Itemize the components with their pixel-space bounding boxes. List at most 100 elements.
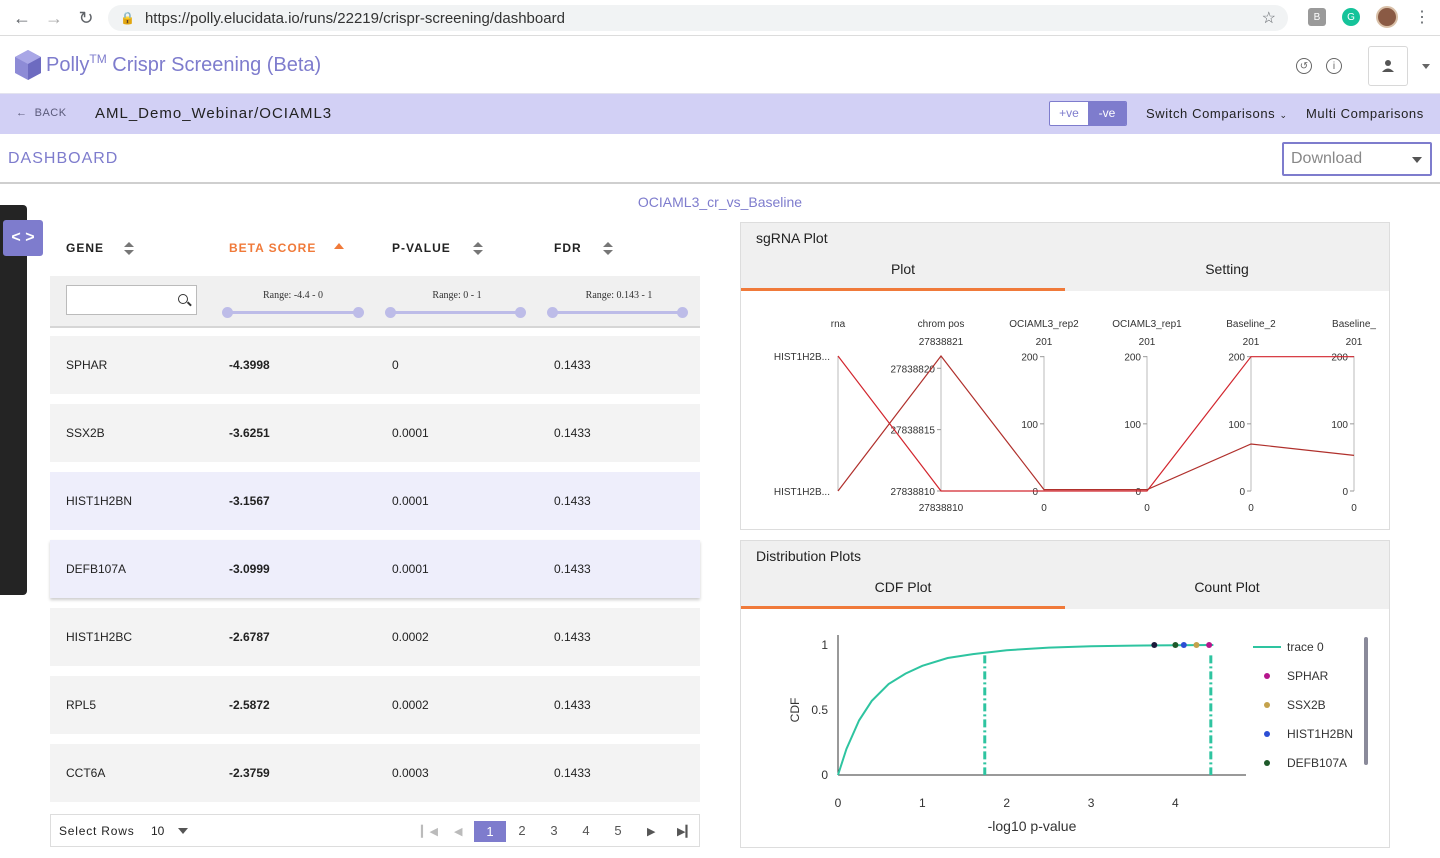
user-menu-caret-icon[interactable] (1422, 63, 1430, 69)
gene-search-input[interactable] (71, 287, 171, 313)
header-gene[interactable]: GENE (66, 241, 104, 255)
pagination: Select Rows 10 ▎◀ ◀ 1 2 3 4 5 ▶ ▶▎ (50, 814, 700, 847)
axis-tick-label: 200 (1228, 353, 1245, 364)
axis-title: Baseline_ (1332, 319, 1376, 330)
code-toggle-button[interactable]: < > (3, 220, 43, 256)
tab-cdf-plot[interactable]: CDF Plot (741, 569, 1065, 609)
axis-tick-label: 27838815 (891, 426, 936, 437)
negative-toggle[interactable]: -ve (1088, 102, 1126, 125)
search-icon[interactable] (178, 294, 188, 304)
direction-toggle[interactable]: +ve -ve (1049, 101, 1127, 126)
profile-avatar-icon[interactable] (1376, 6, 1398, 28)
axis-tick-label: 200 (1021, 353, 1038, 364)
history-icon[interactable]: ↺ (1296, 58, 1312, 74)
rows-dropdown-caret-icon[interactable] (178, 828, 188, 834)
cell-gene: DEFB107A (66, 562, 127, 576)
back-button[interactable]: ← BACK (16, 107, 67, 119)
cdf-chart[interactable]: 0 1 2 3 4 0 0.5 1 -log10 p-value CDF trace 0 SPHAR S… (741, 609, 1389, 847)
cell-beta: -4.3998 (229, 358, 270, 372)
forward-arrow-icon[interactable]: → (38, 2, 70, 34)
table-row[interactable]: HIST1H2BC -2.6787 0.0002 0.1433 (50, 608, 700, 666)
legend-label: DEFB107A (1287, 756, 1347, 770)
gene-search[interactable] (66, 285, 197, 315)
sgrna-parallel-plot[interactable]: rna HIST1H2B... HIST1H2B... chrom pos 278388… (741, 291, 1389, 529)
table-row[interactable]: DEFB107A -3.0999 0.0001 0.1433 (50, 540, 700, 598)
axis-bottom-label: 0 (1144, 503, 1150, 514)
cell-beta: -3.0999 (229, 562, 270, 576)
page-title: DASHBOARD (8, 150, 119, 167)
axis-top-label: 201 (1243, 337, 1260, 348)
tab-setting[interactable]: Setting (1065, 251, 1389, 291)
axis-bottom-label: 27838810 (919, 503, 964, 514)
p-range-label: Range: 0 - 1 (432, 290, 482, 301)
p-range-min-handle[interactable] (385, 307, 396, 318)
tab-plot[interactable]: Plot (741, 251, 1065, 291)
axis-tick-label: 100 (1021, 420, 1038, 431)
p-range-max-handle[interactable] (515, 307, 526, 318)
table-row[interactable]: CCT6A -2.3759 0.0003 0.1433 (50, 744, 700, 802)
sort-asc-icon[interactable] (334, 243, 344, 249)
gene-marker (1206, 642, 1213, 648)
breadcrumb: AML_Demo_Webinar/OCIAML3 (95, 105, 333, 122)
download-select[interactable]: Download (1282, 142, 1432, 176)
axis-top-label: 27838821 (919, 337, 964, 348)
filter-row: Range: -4.4 - 0 Range: 0 - 1 Range: 0.14… (50, 276, 700, 328)
table-row[interactable]: RPL5 -2.5872 0.0002 0.1433 (50, 676, 700, 734)
x-tick-label: 1 (919, 796, 926, 810)
star-icon[interactable]: ☆ (1262, 8, 1276, 28)
polly-logo-icon (15, 50, 41, 80)
beta-range-max-handle[interactable] (353, 307, 364, 318)
header-beta-score[interactable]: BETA SCORE (229, 241, 316, 255)
table-row[interactable]: SSX2B -3.6251 0.0001 0.1433 (50, 404, 700, 462)
cell-beta: -2.6787 (229, 630, 270, 644)
rows-per-page-select[interactable]: 10 (151, 824, 164, 838)
page-3[interactable]: 3 (544, 823, 564, 838)
legend-scrollbar (1364, 637, 1368, 765)
extension-icon[interactable]: B (1308, 8, 1326, 26)
legend-label: trace 0 (1287, 640, 1324, 654)
beta-range-track[interactable] (227, 311, 360, 314)
cell-beta: -3.1567 (229, 494, 270, 508)
gene-marker (1193, 642, 1200, 648)
sort-p-value-icon[interactable] (473, 242, 483, 256)
back-arrow-icon[interactable]: ← (6, 2, 38, 34)
last-page-icon[interactable]: ▶▎ (677, 825, 694, 838)
user-button[interactable] (1368, 46, 1408, 86)
caret-down-icon (1412, 157, 1422, 163)
table-row[interactable]: HIST1H2BN -3.1567 0.0001 0.1433 (50, 472, 700, 530)
x-tick-label: 3 (1088, 796, 1095, 810)
next-page-icon[interactable]: ▶ (647, 825, 655, 838)
legend-label: SSX2B (1287, 698, 1326, 712)
page-1[interactable]: 1 (474, 821, 506, 842)
browser-toolbar: ← → ↻ 🔒 https://polly.elucidata.io/runs/… (0, 0, 1440, 36)
header-fdr[interactable]: FDR (554, 241, 582, 255)
page-4[interactable]: 4 (576, 823, 596, 838)
header-p-value[interactable]: P-VALUE (392, 241, 451, 255)
first-page-icon[interactable]: ▎◀ (421, 825, 438, 838)
axis-title: Baseline_2 (1226, 319, 1276, 330)
beta-range-min-handle[interactable] (222, 307, 233, 318)
p-range-track[interactable] (390, 311, 520, 314)
page-2[interactable]: 2 (512, 823, 532, 838)
reload-icon[interactable]: ↻ (70, 2, 102, 34)
distribution-title: Distribution Plots (741, 541, 1389, 569)
fdr-range-min-handle[interactable] (547, 307, 558, 318)
category-label: HIST1H2B... (774, 352, 830, 363)
comparison-bar: ← BACK AML_Demo_Webinar/OCIAML3 +ve -ve … (0, 94, 1440, 134)
grammarly-icon[interactable]: G (1342, 8, 1360, 26)
fdr-range-max-handle[interactable] (677, 307, 688, 318)
positive-toggle[interactable]: +ve (1050, 102, 1088, 125)
tab-count-plot[interactable]: Count Plot (1065, 569, 1389, 609)
table-row[interactable]: SPHAR -4.3998 0 0.1433 (50, 336, 700, 394)
cell-p: 0.0001 (392, 562, 429, 576)
sort-gene-icon[interactable] (124, 242, 134, 256)
browser-menu-icon[interactable]: ⋮ (1414, 7, 1430, 27)
switch-comparisons-button[interactable]: Switch Comparisons ⌄ (1146, 106, 1288, 121)
fdr-range-track[interactable] (552, 311, 682, 314)
sort-fdr-icon[interactable] (603, 242, 613, 256)
address-bar[interactable]: 🔒 https://polly.elucidata.io/runs/22219/… (108, 5, 1288, 31)
page-5[interactable]: 5 (608, 823, 628, 838)
multi-comparisons-button[interactable]: Multi Comparisons (1306, 106, 1424, 121)
prev-page-icon[interactable]: ◀ (454, 825, 462, 838)
info-icon[interactable]: i (1326, 58, 1342, 74)
